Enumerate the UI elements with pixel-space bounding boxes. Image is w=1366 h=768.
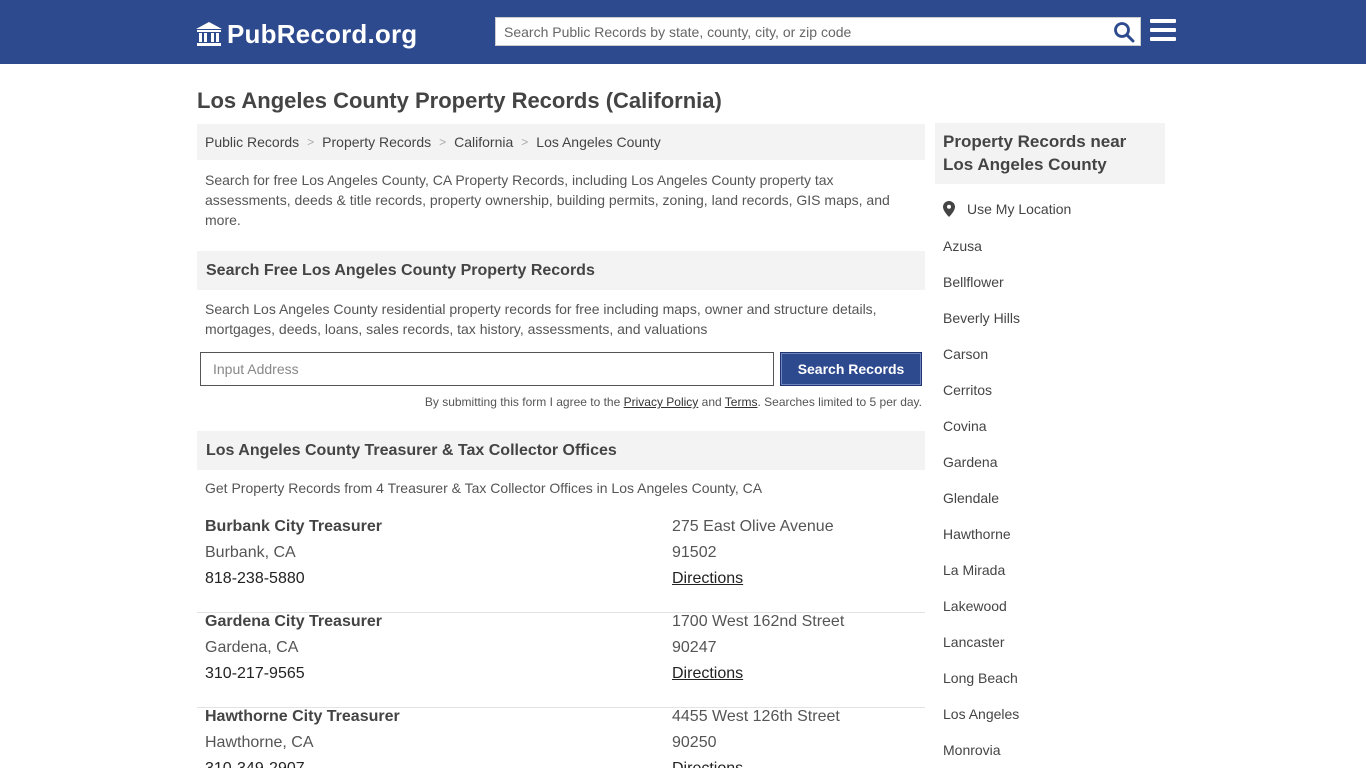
office-phone[interactable]: 310-349-2907 (205, 760, 305, 768)
office-street: 275 East Olive Avenue (672, 518, 834, 535)
sidebar-item-monrovia[interactable]: Monrovia (943, 741, 1020, 768)
office-phone[interactable]: 818-238-5880 (205, 570, 305, 588)
logo-text: PubRecord.org (227, 18, 418, 49)
office-street: 4455 West 126th Street (672, 708, 840, 725)
hamburger-menu-icon[interactable] (1150, 19, 1176, 43)
sidebar-item-bellflower[interactable]: Bellflower (943, 273, 1020, 309)
office-zip: 91502 (672, 544, 717, 561)
breadcrumb-current: Los Angeles County (536, 134, 661, 150)
address-input[interactable] (200, 352, 774, 386)
office-card: Gardena City Treasurer Gardena, CA 310-2… (197, 613, 925, 708)
intro-text: Search for free Los Angeles County, CA P… (205, 172, 890, 228)
page-title: Los Angeles County Property Records (Cal… (197, 88, 722, 113)
breadcrumb-property-records[interactable]: Property Records (322, 134, 431, 150)
office-name: Hawthorne City Treasurer (205, 708, 400, 725)
sidebar-item-lakewood[interactable]: Lakewood (943, 597, 1020, 633)
terms-link[interactable]: Terms (725, 395, 758, 409)
office-street: 1700 West 162nd Street (672, 613, 845, 630)
offices-section-text: Get Property Records from 4 Treasurer & … (205, 480, 763, 496)
sidebar-item-los-angeles[interactable]: Los Angeles (943, 705, 1020, 741)
office-card: Hawthorne City Treasurer Hawthorne, CA 3… (197, 708, 925, 768)
office-city: Burbank, CA (205, 544, 296, 561)
office-zip: 90247 (672, 639, 717, 656)
site-logo[interactable]: PubRecord.org (195, 17, 417, 51)
directions-link[interactable]: Directions (672, 760, 743, 768)
directions-link[interactable]: Directions (672, 570, 743, 588)
chevron-right-icon: > (307, 135, 315, 149)
search-section-heading: Search Free Los Angeles County Property … (197, 251, 925, 290)
sidebar-item-lancaster[interactable]: Lancaster (943, 633, 1020, 669)
breadcrumb-public-records[interactable]: Public Records (205, 134, 299, 150)
sidebar-item-azusa[interactable]: Azusa (943, 237, 1020, 273)
search-records-button[interactable]: Search Records (780, 352, 922, 386)
use-my-location-label: Use My Location (967, 201, 1072, 217)
office-phone[interactable]: 310-217-9565 (205, 665, 305, 683)
sidebar-heading: Property Records near Los Angeles County (935, 123, 1165, 184)
directions-link[interactable]: Directions (672, 665, 743, 683)
office-card: Burbank City Treasurer Burbank, CA 818-2… (197, 518, 925, 613)
nearby-cities-list: Azusa Bellflower Beverly Hills Carson Ce… (943, 237, 1020, 768)
sidebar-item-hawthorne[interactable]: Hawthorne (943, 525, 1020, 561)
sidebar-item-covina[interactable]: Covina (943, 417, 1020, 453)
site-search-input[interactable] (496, 18, 1106, 45)
breadcrumb: Public Records > Property Records > Cali… (197, 124, 925, 160)
office-city: Gardena, CA (205, 639, 299, 656)
sidebar-item-cerritos[interactable]: Cerritos (943, 381, 1020, 417)
office-name: Burbank City Treasurer (205, 518, 382, 535)
breadcrumb-california[interactable]: California (454, 134, 513, 150)
chevron-right-icon: > (439, 135, 447, 149)
sidebar-item-beverly-hills[interactable]: Beverly Hills (943, 309, 1020, 345)
site-search (495, 17, 1141, 46)
office-zip: 90250 (672, 734, 717, 751)
office-name: Gardena City Treasurer (205, 613, 382, 630)
search-icon[interactable] (1113, 21, 1135, 43)
office-city: Hawthorne, CA (205, 734, 314, 751)
top-navigation-bar: PubRecord.org (0, 0, 1366, 64)
search-disclaimer: By submitting this form I agree to the P… (424, 395, 922, 409)
sidebar-item-gardena[interactable]: Gardena (943, 453, 1020, 489)
offices-section-heading: Los Angeles County Treasurer & Tax Colle… (197, 431, 925, 470)
use-my-location-link[interactable]: Use My Location (943, 201, 1071, 217)
sidebar-item-glendale[interactable]: Glendale (943, 489, 1020, 525)
map-pin-icon (943, 201, 955, 217)
search-section-text: Search Los Angeles County residential pr… (205, 301, 877, 337)
sidebar-item-carson[interactable]: Carson (943, 345, 1020, 381)
chevron-right-icon: > (521, 135, 529, 149)
sidebar-item-la-mirada[interactable]: La Mirada (943, 561, 1020, 597)
courthouse-icon (196, 22, 222, 46)
privacy-policy-link[interactable]: Privacy Policy (624, 395, 699, 409)
sidebar-item-long-beach[interactable]: Long Beach (943, 669, 1020, 705)
